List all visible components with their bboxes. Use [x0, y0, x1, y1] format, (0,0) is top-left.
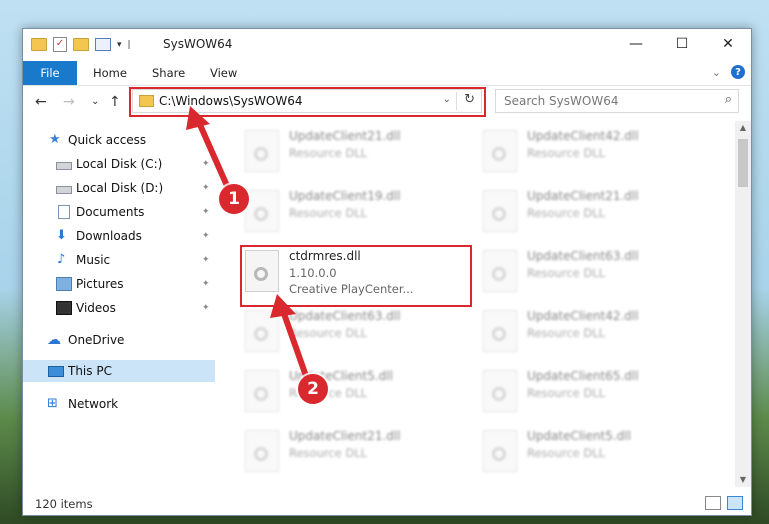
arrow-1-shaft [194, 115, 231, 191]
callout-badge-2: 2 [298, 374, 328, 404]
arrow-1-head [186, 106, 210, 130]
callout-badge-1: 1 [219, 184, 249, 214]
arrow-2-head [270, 294, 296, 318]
arrow-2-shaft [279, 305, 309, 379]
callout-arrows [186, 106, 309, 379]
